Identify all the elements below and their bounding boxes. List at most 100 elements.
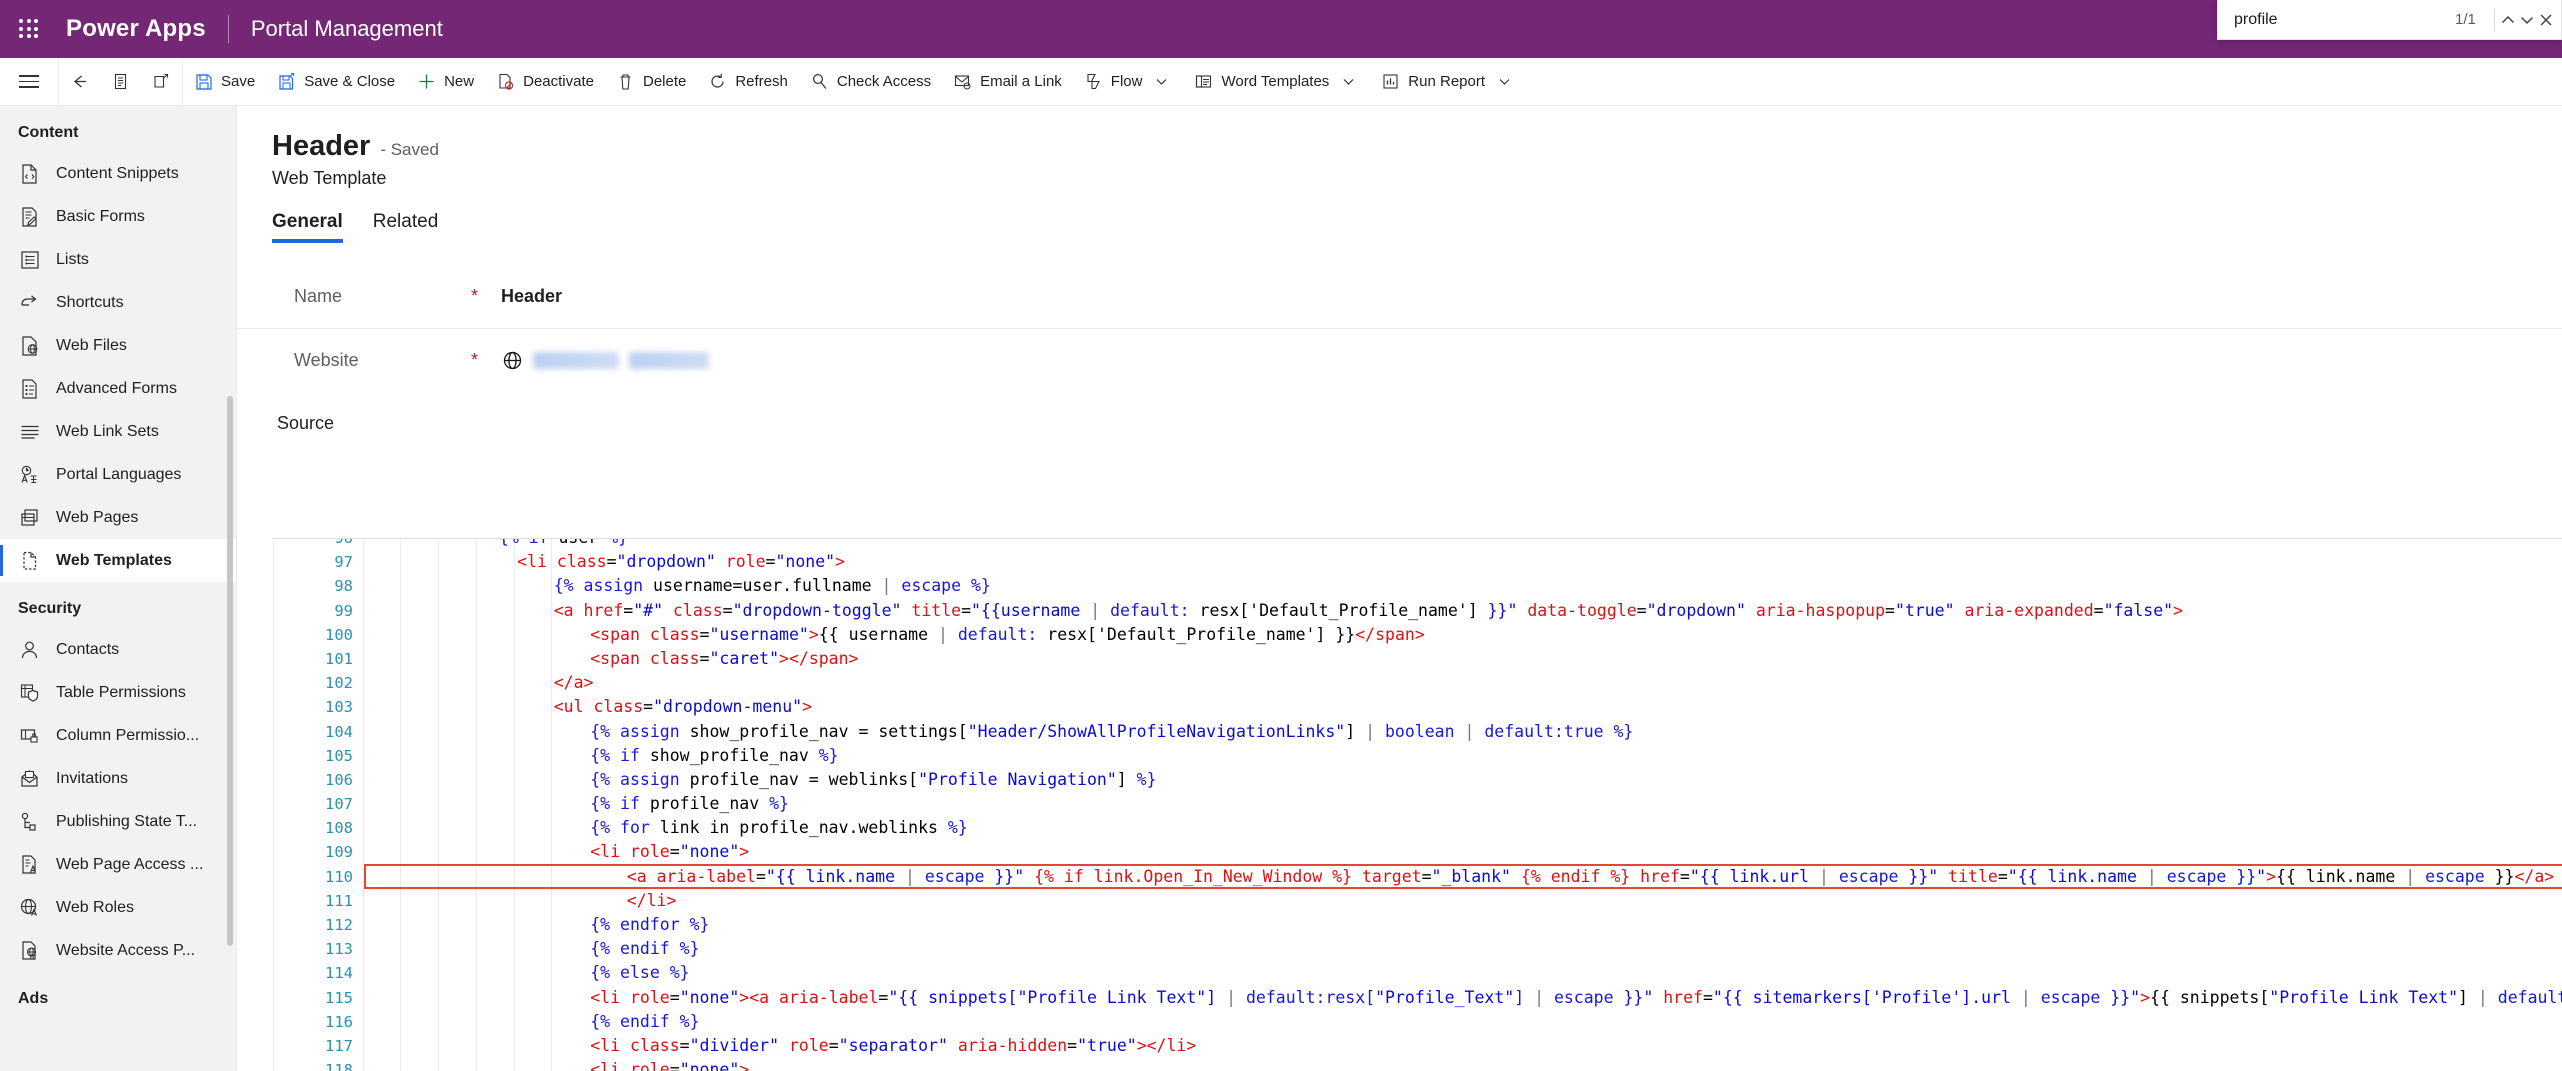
sidebar-item-website-access-p[interactable]: Website Access P... [0, 929, 236, 972]
save-close-icon [277, 72, 296, 91]
sidebar-item-advanced-forms[interactable]: Advanced Forms [0, 367, 236, 410]
flow-button[interactable]: Flow [1073, 58, 1184, 106]
sidebar-item-label: Table Permissions [56, 683, 186, 701]
find-divider [2493, 8, 2495, 31]
sidebar-item-label: Lists [56, 250, 89, 268]
code-text: <li role="none"> [590, 842, 750, 862]
line-number: 117 [325, 1036, 353, 1055]
deactivate-label: Deactivate [523, 73, 594, 90]
sidebar-item-column-permissio[interactable]: Column Permissio... [0, 714, 236, 757]
website-field-value[interactable] [501, 349, 709, 371]
deactivate-button[interactable]: Deactivate [485, 58, 605, 106]
email-a-link-button[interactable]: Email a Link [942, 58, 1073, 106]
invitation-icon [18, 768, 40, 790]
code-line[interactable]: 111 </li> [273, 889, 2562, 913]
sidebar-scrollbar[interactable] [227, 396, 233, 946]
sidebar-item-label: Publishing State T... [56, 812, 198, 830]
sidebar-item-invitations[interactable]: Invitations [0, 757, 236, 800]
refresh-button[interactable]: Refresh [697, 58, 799, 106]
code-text: <span class="caret"></span> [590, 648, 859, 668]
web-page-access-icon [18, 854, 40, 876]
code-line[interactable]: 103 <ul class="dropdown-menu"> [273, 695, 2562, 719]
line-number: 98 [334, 577, 353, 596]
sidebar-item-web-link-sets[interactable]: Web Link Sets [0, 410, 236, 453]
check-access-button[interactable]: Check Access [799, 58, 942, 106]
code-line[interactable]: 112 {% endfor %} [273, 913, 2562, 937]
code-line[interactable]: 97 <li class="dropdown" role="none"> [273, 550, 2562, 574]
save-button[interactable]: Save [183, 58, 266, 106]
basic-form-icon [18, 206, 40, 228]
code-line[interactable]: 101 <span class="caret"></span> [273, 647, 2562, 671]
site-map-toggle-button[interactable] [0, 58, 58, 106]
delete-label: Delete [642, 73, 687, 90]
app-launcher-button[interactable] [0, 0, 58, 58]
line-number: 101 [325, 649, 353, 668]
sidebar-item-web-page-access[interactable]: Web Page Access ... [0, 843, 236, 886]
find-next-icon[interactable] [2517, 5, 2536, 35]
new-button[interactable]: New [406, 58, 485, 106]
code-line[interactable]: 109 <li role="none"> [273, 840, 2562, 864]
run-report-button[interactable]: Run Report [1370, 58, 1526, 106]
code-line[interactable]: 99 <a href="#" class="dropdown-toggle" ti… [273, 599, 2562, 623]
code-line[interactable]: 102 </a> [273, 671, 2562, 695]
tab-general[interactable]: General [272, 211, 343, 243]
sidebar-item-web-pages[interactable]: Web Pages [0, 496, 236, 539]
web-template-icon [18, 550, 40, 572]
sidebar-item-lists[interactable]: Lists [0, 238, 236, 281]
tab-related[interactable]: Related [373, 211, 439, 243]
code-line[interactable]: 113 {% endif %} [273, 937, 2562, 961]
code-line[interactable]: 96 {% if user %} [273, 539, 2562, 550]
find-input[interactable] [2234, 10, 2441, 29]
sidebar-item-web-roles[interactable]: Web Roles [0, 886, 236, 929]
code-line[interactable]: 107 {% if profile_nav %} [273, 792, 2562, 816]
sidebar-item-web-files[interactable]: Web Files [0, 324, 236, 367]
sidebar-item-publishing-state-t[interactable]: Publishing State T... [0, 800, 236, 843]
code-text: {% endif %} [590, 939, 700, 959]
name-field-value[interactable]: Header [501, 286, 562, 307]
web-page-icon [18, 507, 40, 529]
sidebar-item-portal-languages[interactable]: Portal Languages [0, 453, 236, 496]
source-code-editor[interactable]: 96 {% if user %} 97 <li class="dropdown" ro… [273, 538, 2562, 1071]
chevron-down-icon-2[interactable] [1337, 75, 1359, 88]
code-line[interactable]: 118 <li role="none"> [273, 1058, 2562, 1071]
chevron-down-icon[interactable] [1150, 75, 1172, 88]
find-previous-icon[interactable] [2498, 5, 2517, 35]
save-and-close-button[interactable]: Save & Close [266, 58, 406, 106]
line-number: 106 [325, 770, 353, 789]
sidebar-item-label: Web Page Access ... [56, 855, 204, 873]
website-value-redacted-1 [533, 351, 619, 369]
code-line[interactable]: 105 {% if show_profile_nav %} [273, 744, 2562, 768]
back-button[interactable] [59, 58, 100, 106]
line-number: 102 [325, 674, 353, 693]
code-line[interactable]: 100 <span class="username">{{ username | … [273, 623, 2562, 647]
sidebar-item-label: Advanced Forms [56, 379, 177, 397]
sidebar-item-contacts[interactable]: Contacts [0, 628, 236, 671]
code-line[interactable]: 114 {% else %} [273, 961, 2562, 985]
flow-icon [1084, 72, 1103, 91]
sidebar-item-label: Web Roles [56, 898, 134, 916]
word-templates-icon [1194, 72, 1213, 91]
sidebar-item-table-permissions[interactable]: Table Permissions [0, 671, 236, 714]
sidebar-item-shortcuts[interactable]: Shortcuts [0, 281, 236, 324]
deactivate-icon [496, 72, 515, 91]
code-line[interactable]: 98 {% assign username=user.fullname | esc… [273, 574, 2562, 598]
chevron-down-icon-3[interactable] [1493, 75, 1515, 88]
code-line[interactable]: 110 <a aria-label="{{ link.name | escape … [273, 865, 2562, 889]
code-line[interactable]: 108 {% for link in profile_nav.weblinks %… [273, 816, 2562, 840]
close-icon[interactable] [2536, 5, 2555, 35]
code-line[interactable]: 115 <li role="none"><a aria-label="{{ sni… [273, 986, 2562, 1010]
sidebar-item-content-snippets[interactable]: Content Snippets [0, 152, 236, 195]
flow-label: Flow [1110, 73, 1143, 90]
sidebar-item-basic-forms[interactable]: Basic Forms [0, 195, 236, 238]
name-required-indicator: * [471, 286, 479, 306]
content-snippet-icon [18, 163, 40, 185]
delete-button[interactable]: Delete [605, 58, 697, 106]
code-line[interactable]: 104 {% assign show_profile_nav = settings… [273, 720, 2562, 744]
popout-button[interactable] [141, 58, 182, 106]
sidebar-item-web-templates[interactable]: Web Templates [0, 539, 236, 582]
word-templates-button[interactable]: Word Templates [1183, 58, 1370, 106]
code-line[interactable]: 117 <li class="divider" role="separator" … [273, 1034, 2562, 1058]
form-selector-button[interactable] [100, 58, 141, 106]
code-line[interactable]: 106 {% assign profile_nav = weblinks["Pro… [273, 768, 2562, 792]
code-line[interactable]: 116 {% endif %} [273, 1010, 2562, 1034]
